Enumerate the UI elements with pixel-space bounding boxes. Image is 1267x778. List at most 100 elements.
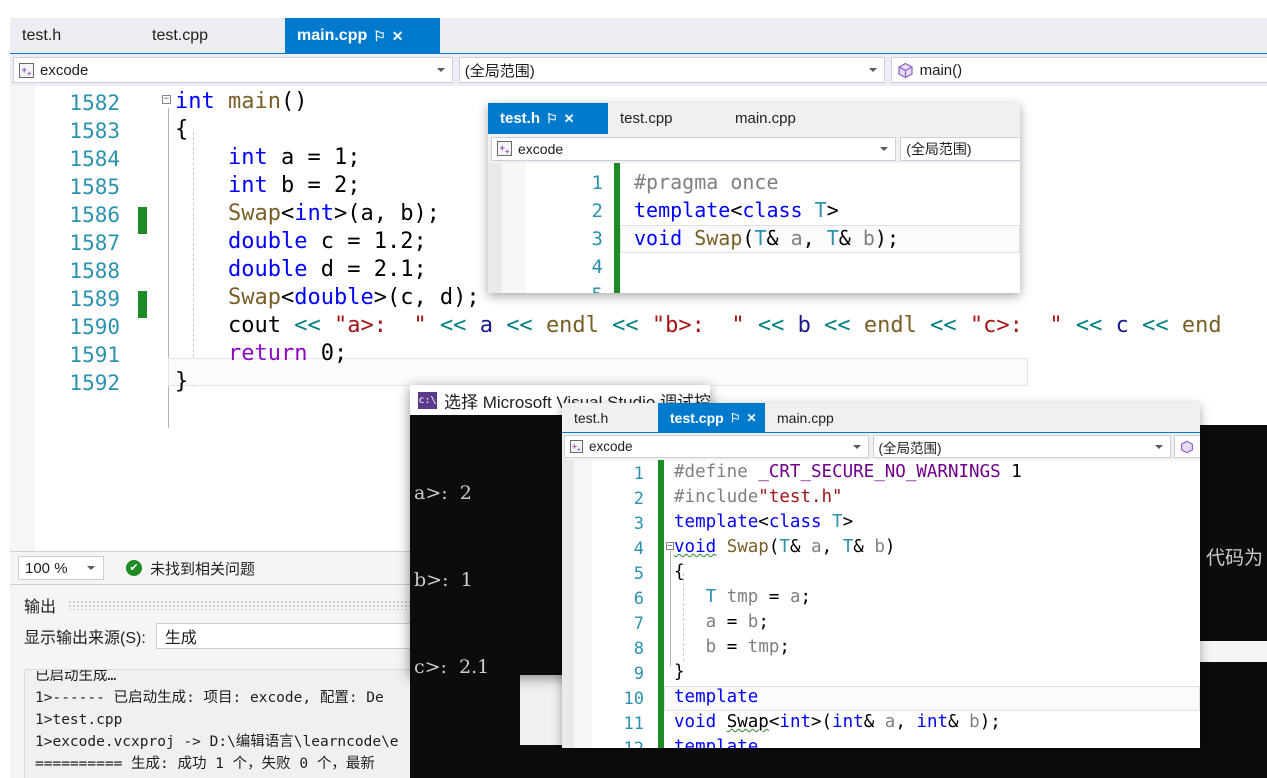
testcpp-code-surface[interactable]: 1 2 3 4 5 6 7 8 9 10 11 12 13 − #define … [562, 460, 1200, 748]
main-editor-tabstrip: test.h test.cpp main.cpp ⚐ ✕ [10, 18, 1267, 53]
code-line: int a = 1; [227, 145, 361, 170]
console-window-lower-band [410, 745, 1267, 778]
line-number: 1 [591, 172, 603, 194]
chevron-down-icon[interactable] [436, 68, 445, 72]
change-marker [138, 207, 147, 234]
line-number: 3 [633, 514, 644, 534]
code-line: void Swap(T& a, T& b) [674, 537, 896, 557]
collapse-toggle-icon[interactable]: − [162, 95, 171, 104]
code-line: template [674, 737, 759, 748]
tab-label: test.cpp [152, 26, 209, 44]
project-combo-value: excode [40, 61, 89, 79]
project-combo[interactable]: ++ excode [13, 57, 453, 83]
project-combo[interactable]: ++ excode [491, 136, 897, 161]
tab-label: test.h [500, 110, 541, 127]
line-number: 6 [633, 589, 644, 609]
status-message: 未找到相关问题 [150, 560, 256, 578]
chevron-down-icon[interactable] [87, 566, 95, 570]
console-line: 代码为 [1206, 547, 1264, 569]
code-line: a = b; [705, 612, 769, 632]
scope-combo-value: (全局范围) [878, 440, 942, 456]
testcpp-navbar: ++ excode (全局范围) [562, 432, 1200, 460]
scope-combo-value: (全局范围) [906, 140, 972, 157]
code-line: int main() [175, 89, 308, 114]
close-icon[interactable]: ✕ [392, 29, 404, 43]
scope-combo[interactable]: (全局范围) [872, 435, 1172, 458]
code-line: b = tmp; [705, 637, 790, 657]
code-line: return 0; [227, 341, 348, 366]
line-number: 1590 [69, 315, 120, 339]
project-combo-value: excode [518, 140, 564, 157]
testh-code-surface[interactable]: 1 2 3 4 5 #pragma once template<class T>… [488, 163, 1020, 293]
line-number: 8 [633, 639, 644, 659]
line-number: 5 [533, 284, 603, 293]
scope-combo[interactable]: (全局范围) [458, 57, 885, 83]
project-combo[interactable]: ++ excode [564, 435, 869, 458]
chevron-down-icon[interactable] [852, 444, 861, 449]
tab-label: main.cpp [777, 409, 834, 426]
line-number: 1586 [69, 203, 120, 227]
change-marker [138, 291, 147, 318]
line-number: 1 [633, 464, 644, 484]
console-window-right-slice: 代码为 [1200, 425, 1267, 641]
pin-icon[interactable]: ⚐ [546, 112, 558, 125]
tab-main-cpp[interactable]: main.cpp [723, 103, 843, 134]
tab-test-h[interactable]: test.h [10, 18, 140, 53]
scope-combo-value: (全局范围) [464, 62, 535, 80]
code-line: #include"test.h" [674, 487, 843, 507]
output-source-value: 生成 [164, 630, 197, 647]
line-number: 2 [633, 489, 644, 509]
code-line: int b = 2; [227, 173, 361, 198]
chevron-down-icon[interactable] [1155, 444, 1164, 449]
tab-test-cpp[interactable]: test.cpp ⚐ ✕ [658, 403, 765, 432]
line-number: 4 [633, 539, 644, 559]
line-number: 7 [633, 614, 644, 634]
scope-combo[interactable]: (全局范围) [900, 136, 1020, 161]
collapse-toggle-icon[interactable]: − [666, 542, 674, 550]
line-number: 4 [591, 256, 603, 278]
code-line: cout << "a>: " << a << endl << "b>: " <<… [227, 313, 1222, 338]
line-number: 11 [623, 714, 644, 734]
code-line: { [175, 117, 189, 142]
line-number: 1585 [69, 175, 120, 199]
main-gutter [10, 86, 35, 551]
testh-floating-window[interactable]: test.h ⚐ ✕ test.cpp main.cpp ++ excode (… [488, 103, 1020, 293]
line-number: 10 [623, 689, 644, 709]
code-line: double d = 2.1; [227, 257, 427, 282]
cpp-project-icon: ++ [19, 62, 34, 78]
line-number: 1587 [69, 231, 120, 255]
tab-main-cpp[interactable]: main.cpp ⚐ ✕ [285, 18, 440, 53]
pin-icon[interactable]: ⚐ [373, 29, 386, 43]
code-line: } [175, 369, 189, 394]
tab-test-cpp[interactable]: test.cpp [140, 18, 285, 53]
line-number: 1589 [69, 287, 120, 311]
testcpp-outer-gutter [562, 460, 574, 748]
pin-icon[interactable]: ⚐ [730, 412, 741, 424]
tab-test-h[interactable]: test.h [562, 403, 658, 432]
member-combo-value: main() [919, 61, 963, 79]
close-icon[interactable]: ✕ [746, 412, 756, 424]
tab-main-cpp[interactable]: main.cpp [765, 403, 875, 432]
line-number: 3 [591, 228, 603, 250]
tab-test-h[interactable]: test.h ⚐ ✕ [488, 103, 608, 134]
zoom-level-combo[interactable]: 100 % [18, 556, 104, 580]
code-line: void Swap<int>(int& a, int& b); [674, 712, 1001, 732]
code-line: Swap<double>(c, d); [227, 285, 480, 310]
vs-screenshot-root: test.h test.cpp main.cpp ⚐ ✕ ++ excode (… [0, 0, 1267, 778]
line-number: 1582 [69, 91, 120, 115]
tab-label: test.h [574, 409, 609, 426]
line-number: 9 [633, 664, 644, 684]
member-combo[interactable] [1174, 435, 1200, 458]
cmd-prompt-icon: c:\ [418, 391, 437, 409]
main-editor-navbar: ++ excode (全局范围) main() [10, 53, 1267, 86]
output-source-label: 显示输出来源(S): [24, 630, 146, 647]
testcpp-floating-window[interactable]: test.h test.cpp ⚐ ✕ main.cpp ++ excode (… [562, 403, 1200, 748]
code-line: template<class T> [674, 512, 854, 532]
chevron-down-icon[interactable] [880, 146, 889, 151]
member-combo[interactable]: main() [890, 57, 1267, 83]
close-icon[interactable]: ✕ [564, 112, 575, 125]
tab-test-cpp[interactable]: test.cpp [608, 103, 723, 134]
line-number: 1591 [69, 343, 120, 367]
line-number: 2 [591, 200, 603, 222]
chevron-down-icon[interactable] [868, 68, 877, 72]
